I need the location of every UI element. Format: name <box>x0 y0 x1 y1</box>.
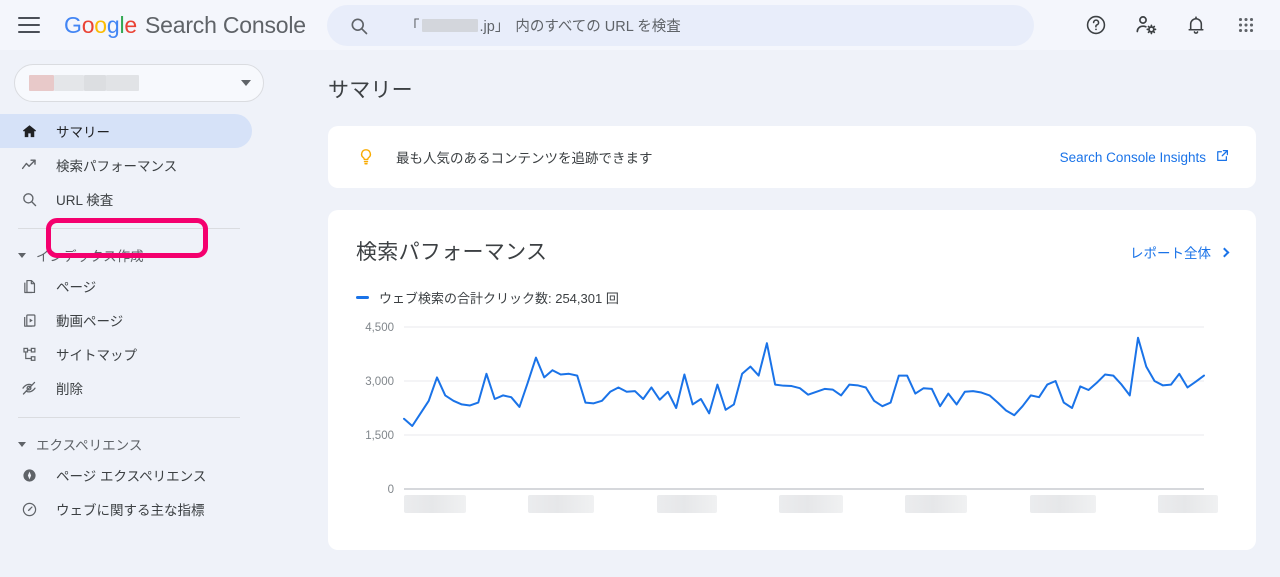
sidebar-item-label: サイトマップ <box>56 348 137 363</box>
chart-x-axis-labels <box>404 495 1228 513</box>
sidebar-item-pages[interactable]: ページ <box>0 269 252 303</box>
external-link-icon <box>1215 148 1230 166</box>
sidebar: サマリー 検索パフォーマンス URL 検査 インデックス作成 ページ 動画ページ… <box>0 50 280 577</box>
chart-x-tick-label-redacted <box>1029 495 1096 513</box>
google-logo: Google <box>64 11 137 38</box>
search-domain-suffix: .jp」 <box>479 19 510 35</box>
performance-card-title: 検索パフォーマンス <box>356 241 548 264</box>
chart-x-tick-label-redacted <box>656 495 717 513</box>
sidebar-divider <box>18 228 240 229</box>
clicks-line-chart: 0 1,500 3,000 4,500 <box>356 317 1228 517</box>
sidebar-item-label: 削除 <box>56 382 83 397</box>
search-placeholder-text: 「 .jp」 内のすべての URL を検査 <box>405 15 681 36</box>
chart-svg: 0 1,500 3,000 4,500 <box>365 322 1205 496</box>
top-app-bar: Google Search Console 「 .jp」 内のすべての URL を… <box>0 0 1280 50</box>
sidebar-section-experience[interactable]: エクスペリエンス <box>0 430 280 458</box>
sidebar-section-label: インデックス作成 <box>36 249 144 264</box>
sidebar-item-core-web-vitals[interactable]: ウェブに関する主な指標 <box>0 492 252 526</box>
insights-link-label: Search Console Insights <box>1059 149 1206 165</box>
sidebar-divider <box>18 417 240 418</box>
video-page-icon <box>18 312 40 329</box>
search-console-insights-card: 最も人気のあるコンテンツを追跡できます Search Console Insig… <box>328 126 1256 188</box>
full-report-link[interactable]: レポート全体 <box>1130 242 1230 262</box>
sidebar-item-label: URL 検査 <box>56 193 114 208</box>
chart-y-tick-label: 0 <box>388 484 394 496</box>
search-performance-card: 検索パフォーマンス レポート全体 ウェブ検索の合計クリック数: 254,301 … <box>328 210 1256 550</box>
chevron-down-icon <box>241 80 251 86</box>
chart-x-tick-label-redacted <box>778 495 843 513</box>
home-icon <box>18 123 40 140</box>
chart-series-clicks <box>403 336 1205 427</box>
sidebar-item-label: サマリー <box>56 125 110 140</box>
chart-x-tick-label-redacted <box>1157 495 1218 513</box>
core-web-vitals-icon <box>18 501 40 518</box>
chart-x-tick-label-redacted <box>404 495 466 513</box>
sidebar-item-label: ページ エクスペリエンス <box>56 469 207 484</box>
redacted-domain <box>421 19 478 32</box>
chevron-right-icon <box>1219 247 1230 257</box>
chart-y-tick-label: 1,500 <box>365 430 394 442</box>
url-inspection-search-bar[interactable]: 「 .jp」 内のすべての URL を検査 <box>327 5 1034 46</box>
legend-marker-clicks <box>356 296 369 299</box>
search-text-body: 内のすべての URL を検査 <box>515 19 681 35</box>
apps-grid-icon[interactable] <box>1226 5 1266 45</box>
chart-x-tick-label-redacted <box>528 495 595 513</box>
legend-label-clicks: ウェブ検索の合計クリック数: 254,301 回 <box>379 291 619 306</box>
full-report-label: レポート全体 <box>1130 246 1211 261</box>
top-bar-actions <box>1076 0 1266 50</box>
eye-off-icon <box>18 379 40 397</box>
performance-card-header: 検索パフォーマンス レポート全体 <box>356 236 1230 266</box>
property-selector[interactable] <box>14 64 264 102</box>
app-shell: サマリー 検索パフォーマンス URL 検査 インデックス作成 ページ 動画ページ… <box>0 50 1280 577</box>
chevron-down-icon <box>18 441 26 447</box>
sidebar-item-label: 動画ページ <box>56 314 124 329</box>
search-prefix: 「 <box>405 19 420 35</box>
sidebar-item-sitemaps[interactable]: サイトマップ <box>0 337 252 371</box>
search-icon <box>349 16 369 36</box>
product-name: Search Console <box>145 11 306 38</box>
chart-x-tick-label-redacted <box>905 495 968 513</box>
sitemap-icon <box>18 346 40 363</box>
sidebar-item-removals[interactable]: 削除 <box>0 371 252 405</box>
page-title: サマリー <box>328 79 413 102</box>
sidebar-item-label: ページ <box>56 280 97 295</box>
chart-legend[interactable]: ウェブ検索の合計クリック数: 254,301 回 <box>356 288 1228 307</box>
trending-up-icon <box>18 156 40 174</box>
sidebar-section-indexing[interactable]: インデックス作成 <box>0 241 280 269</box>
lightbulb-icon <box>356 147 378 167</box>
sidebar-nav: サマリー 検索パフォーマンス URL 検査 インデックス作成 ページ 動画ページ… <box>0 114 280 526</box>
chevron-down-icon <box>18 252 26 258</box>
page-experience-icon <box>18 467 40 484</box>
sidebar-item-page-experience[interactable]: ページ エクスペリエンス <box>0 458 252 492</box>
property-name-redacted <box>29 75 241 91</box>
insights-description: 最も人気のあるコンテンツを追跡できます <box>396 151 653 166</box>
app-brand: Google Search Console <box>64 12 306 39</box>
pages-icon <box>18 278 40 295</box>
sidebar-item-summary[interactable]: サマリー <box>0 114 252 148</box>
account-settings-icon[interactable] <box>1126 5 1166 45</box>
sidebar-item-label: 検索パフォーマンス <box>56 159 178 174</box>
search-console-insights-link[interactable]: Search Console Insights <box>1060 148 1230 166</box>
search-icon <box>18 191 40 208</box>
help-icon[interactable] <box>1076 5 1116 45</box>
sidebar-item-url-inspection[interactable]: URL 検査 <box>0 182 252 216</box>
sidebar-item-label: ウェブに関する主な指標 <box>56 503 205 518</box>
chart-y-tick-label: 3,000 <box>365 376 394 388</box>
main-content: サマリー 最も人気のあるコンテンツを追跡できます Search Console … <box>280 50 1280 577</box>
hamburger-menu-icon[interactable] <box>18 12 44 38</box>
notifications-bell-icon[interactable] <box>1176 5 1216 45</box>
sidebar-section-label: エクスペリエンス <box>36 438 143 453</box>
sidebar-item-search-performance[interactable]: 検索パフォーマンス <box>0 148 252 182</box>
chart-y-tick-label: 4,500 <box>365 322 394 334</box>
sidebar-item-video-pages[interactable]: 動画ページ <box>0 303 252 337</box>
